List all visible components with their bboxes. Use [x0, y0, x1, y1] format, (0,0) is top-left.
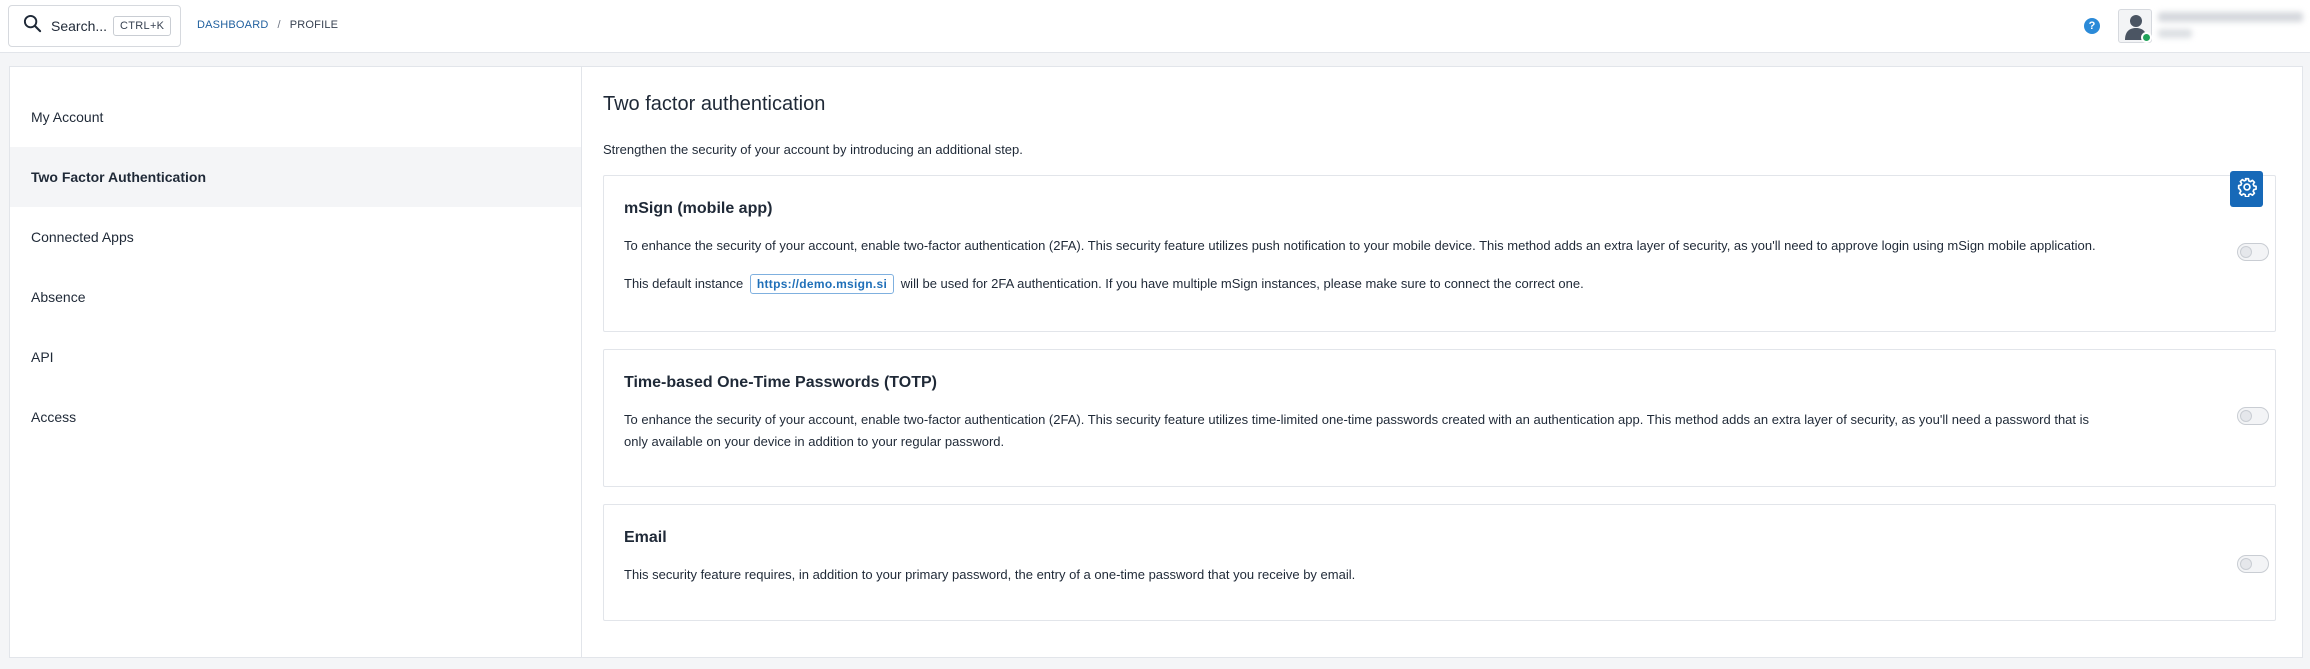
email-card-title: Email [624, 529, 667, 546]
email-card-description: This security feature requires, in addit… [624, 567, 1356, 582]
sidebar-item-label: Access [31, 409, 77, 425]
breadcrumb-current: PROFILE [289, 19, 339, 31]
search-label: Search... [51, 18, 108, 34]
email-card: Email This security feature requires, in… [603, 504, 2276, 621]
sidebar-item-my-account[interactable]: My Account [10, 87, 581, 147]
user-info-redacted[interactable] [2158, 12, 2303, 42]
page-description: Strengthen the security of your account … [603, 142, 1023, 157]
msign-instance-prefix: This default instance [624, 276, 744, 291]
msign-instance-suffix: will be used for 2FA authentication. If … [900, 276, 1584, 291]
sidebar-item-label: Two Factor Authentication [31, 169, 206, 185]
search-shortcut-badge: CTRL+K [113, 16, 172, 36]
totp-card-description-line2: only available on your device in additio… [624, 434, 1005, 449]
msign-card-description: To enhance the security of your account,… [624, 238, 2096, 253]
toggle-knob [2240, 246, 2252, 258]
msign-toggle[interactable] [2237, 243, 2269, 261]
breadcrumb-dashboard-link[interactable]: DASHBOARD [197, 19, 268, 31]
email-toggle[interactable] [2237, 555, 2269, 573]
toggle-knob [2240, 410, 2252, 422]
avatar[interactable] [2118, 9, 2152, 43]
sidebar-item-absence[interactable]: Absence [10, 267, 581, 327]
profile-panel: My Account Two Factor Authentication Con… [9, 66, 2303, 658]
user-role-redacted [2158, 29, 2192, 38]
top-bar: Search... CTRL+K DASHBOARD / PROFILE ? [0, 0, 2310, 53]
totp-card-description-line1: To enhance the security of your account,… [624, 412, 2090, 427]
online-status-dot [2141, 32, 2152, 43]
breadcrumb: DASHBOARD / PROFILE [197, 19, 338, 31]
sidebar-item-access[interactable]: Access [10, 387, 581, 447]
search-icon [23, 14, 42, 38]
user-name-redacted [2158, 12, 2303, 22]
gear-icon [2237, 177, 2257, 202]
sidebar-item-api[interactable]: API [10, 327, 581, 387]
sidebar-item-label: API [31, 349, 54, 365]
totp-card: Time-based One-Time Passwords (TOTP) To … [603, 349, 2276, 487]
msign-instance-url[interactable]: https://demo.msign.si [749, 274, 895, 294]
profile-sidebar: My Account Two Factor Authentication Con… [10, 67, 582, 657]
totp-toggle[interactable] [2237, 407, 2269, 425]
msign-card-title: mSign (mobile app) [624, 200, 773, 217]
sidebar-item-label: Absence [31, 289, 86, 305]
msign-instance-line: This default instance https://demo.msign… [624, 273, 1584, 295]
sidebar-item-connected-apps[interactable]: Connected Apps [10, 207, 581, 267]
breadcrumb-separator: / [277, 19, 281, 31]
sidebar-item-label: Connected Apps [31, 229, 134, 245]
search-box[interactable]: Search... CTRL+K [8, 5, 181, 47]
help-icon[interactable]: ? [2084, 18, 2100, 34]
sidebar-item-label: My Account [31, 109, 104, 125]
toggle-knob [2240, 558, 2252, 570]
sidebar-item-two-factor-authentication[interactable]: Two Factor Authentication [10, 147, 581, 207]
totp-card-title: Time-based One-Time Passwords (TOTP) [624, 374, 937, 391]
page-title: Two factor authentication [603, 93, 826, 115]
settings-button[interactable] [2230, 171, 2263, 207]
two-factor-content: Two factor authentication Strengthen the… [582, 67, 2302, 657]
msign-card: mSign (mobile app) To enhance the securi… [603, 175, 2276, 332]
